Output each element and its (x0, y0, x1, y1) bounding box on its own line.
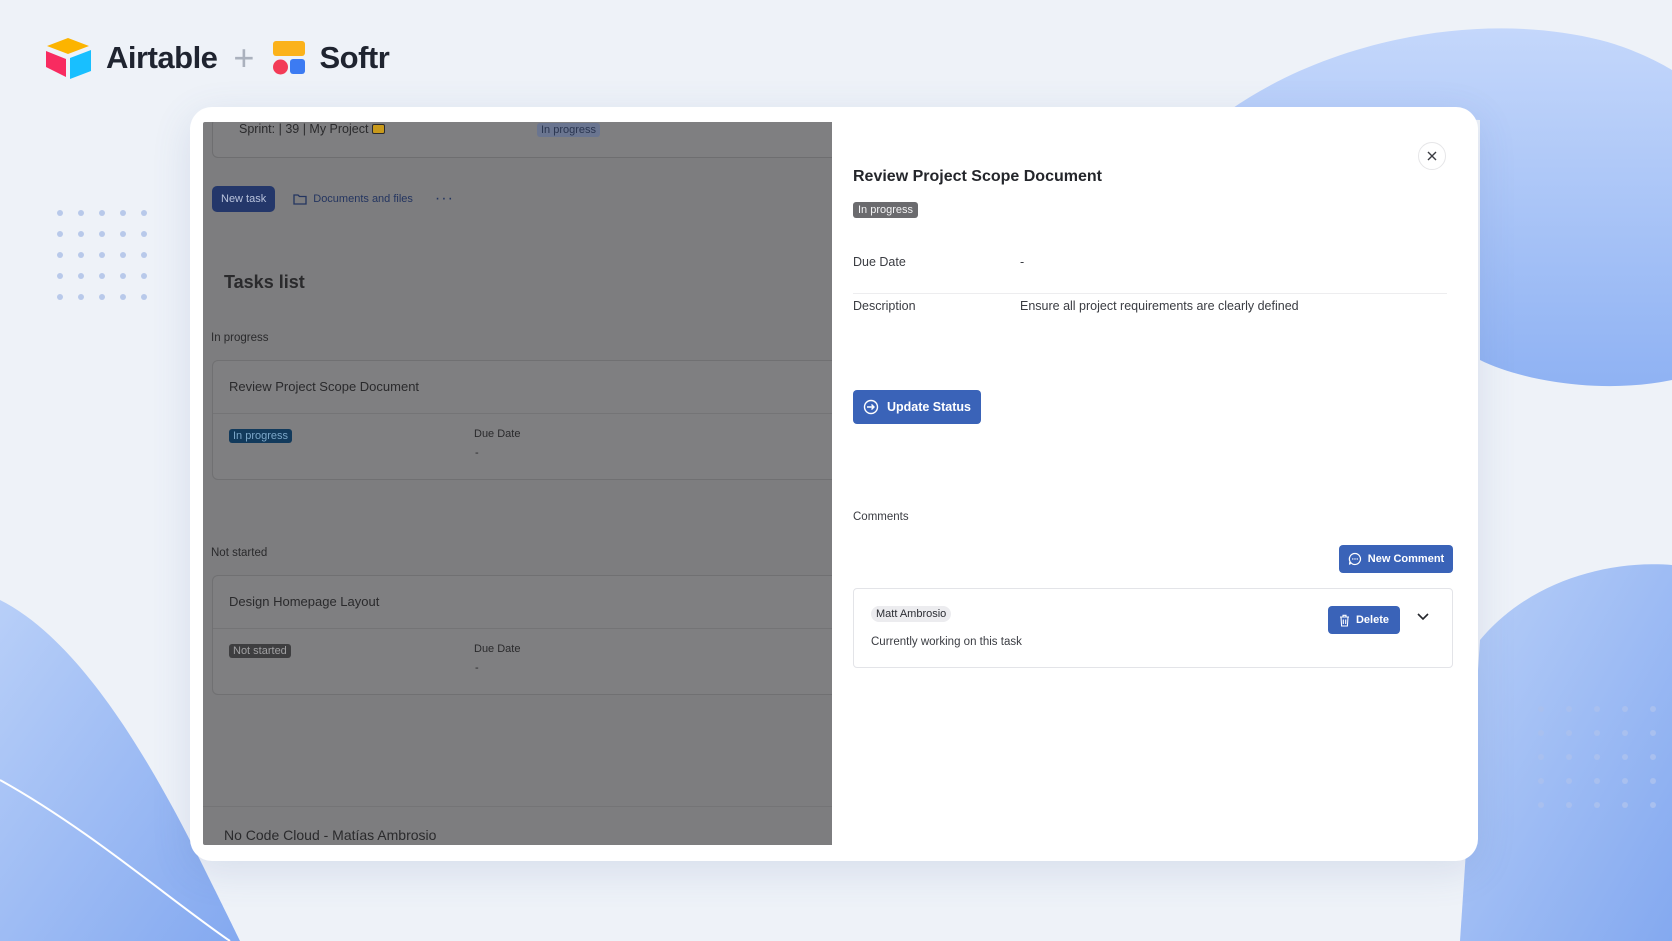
comment-text: Currently working on this task (871, 636, 1022, 648)
airtable-logo-icon (46, 38, 91, 79)
footer-divider (203, 806, 832, 807)
plus-sign: + (233, 37, 255, 78)
field-label: Due Date (853, 255, 906, 269)
tasks-toolbar: New task Documents and files ··· (212, 186, 454, 212)
divider (213, 628, 832, 629)
divider (213, 413, 832, 414)
softr-logo-icon (273, 41, 306, 75)
comment-author: Matt Ambrosio (871, 606, 952, 622)
trash-icon (1339, 614, 1349, 627)
documents-and-files-link[interactable]: Documents and files (293, 193, 413, 205)
task-title: Review Project Scope Document (229, 379, 420, 394)
delete-comment-button[interactable]: Delete (1328, 606, 1400, 634)
task-detail-title: Review Project Scope Document (853, 168, 1102, 185)
group-label-not-started: Not started (211, 547, 268, 559)
due-date-label: Due Date (474, 428, 521, 440)
dots-pattern-right (1538, 706, 1656, 808)
update-status-button[interactable]: Update Status (853, 390, 981, 424)
sprint-header: Sprint: | 39 | My Project In progress (212, 122, 832, 158)
comments-label: Comments (853, 511, 909, 523)
brand-header: Airtable + Softr (44, 36, 390, 80)
new-task-button[interactable]: New task (212, 186, 276, 212)
airtable-wordmark: Airtable (106, 40, 218, 75)
close-button[interactable] (1418, 142, 1446, 170)
folder-icon (372, 124, 386, 134)
dots-pattern-left (57, 210, 147, 300)
field-label: Description (853, 299, 916, 313)
documents-label: Documents and files (313, 193, 413, 205)
divider (853, 293, 1447, 294)
task-detail-drawer: Review Project Scope Document In progres… (832, 122, 1465, 845)
delete-label: Delete (1355, 614, 1390, 626)
field-value: Ensure all project requirements are clea… (1020, 299, 1299, 313)
update-status-label: Update Status (886, 400, 972, 414)
task-card[interactable]: Review Project Scope Document In progres… (212, 360, 832, 480)
comment-item: Matt Ambrosio Currently working on this … (853, 588, 1453, 668)
folder-icon (293, 194, 307, 205)
new-comment-label: New Comment (1367, 553, 1445, 565)
task-title: Design Homepage Layout (229, 594, 380, 609)
new-comment-button[interactable]: New Comment (1339, 545, 1453, 573)
group-label-in-progress: In progress (211, 332, 269, 344)
field-value: - (1020, 255, 1025, 269)
footer-credit: No Code Cloud - Matías Ambrosio (224, 827, 437, 843)
more-options-icon[interactable]: ··· (435, 191, 454, 207)
sprint-status-badge: In progress (537, 123, 601, 137)
tasks-list-title: Tasks list (224, 272, 305, 292)
status-badge: In progress (853, 202, 919, 218)
sprint-info: Sprint: | 39 | My Project (239, 122, 386, 136)
close-icon (1427, 151, 1437, 161)
update-status-icon (863, 399, 879, 415)
softr-wordmark: Softr (319, 40, 390, 75)
comment-icon (1348, 552, 1361, 566)
due-date-label: Due Date (474, 643, 521, 655)
due-date-value: - (475, 662, 479, 674)
tasks-page-overlay[interactable]: Sprint: | 39 | My Project In progress Ne… (203, 122, 832, 845)
due-date-value: - (475, 447, 479, 459)
task-card[interactable]: Design Homepage Layout Not started Due D… (212, 575, 832, 695)
status-badge: Not started (229, 644, 291, 658)
status-badge: In progress (229, 429, 293, 443)
app-screen: Sprint: | 39 | My Project In progress Ne… (203, 122, 1465, 845)
chevron-down-icon[interactable] (1417, 613, 1429, 621)
